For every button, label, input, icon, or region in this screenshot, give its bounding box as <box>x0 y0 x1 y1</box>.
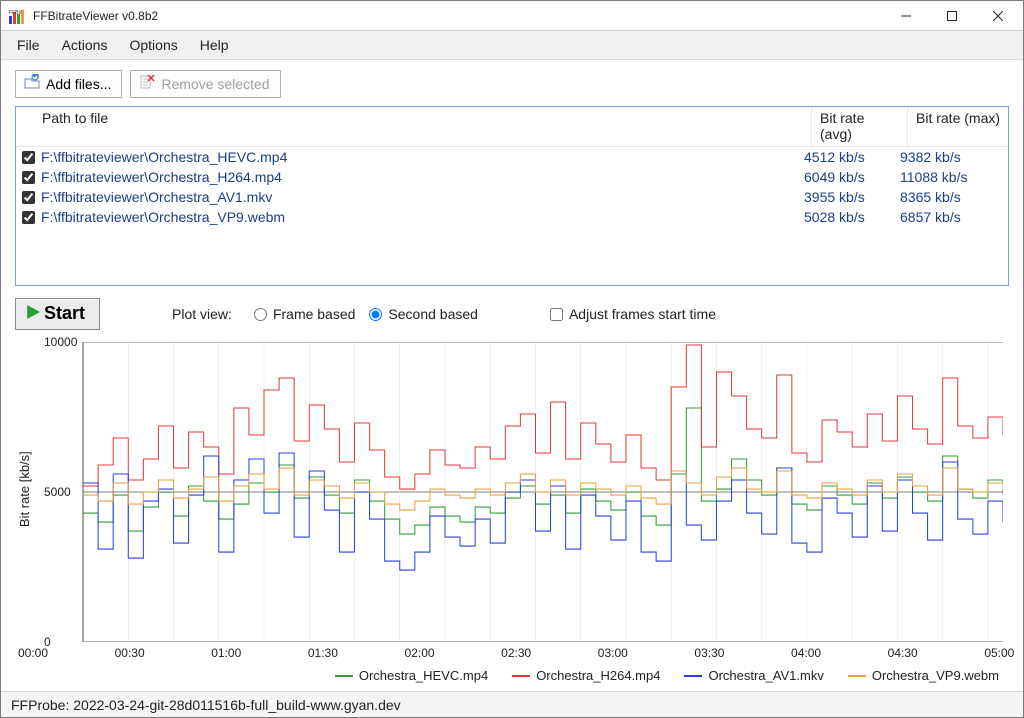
window-title: FFBitrateViewer v0.8b2 <box>33 9 883 23</box>
cell-avg: 4512 kb/s <box>804 149 900 165</box>
cell-avg: 6049 kb/s <box>804 169 900 185</box>
bitrate-chart: Bit rate [kb/s] 0500010000 <box>15 336 1009 642</box>
plot-view-group: Frame based Second based <box>254 306 478 322</box>
titlebar: FFBV FFBitrateViewer v0.8b2 <box>1 1 1023 31</box>
add-files-icon <box>24 74 40 93</box>
svg-text:FFBV: FFBV <box>9 10 22 16</box>
status-bar: FFProbe: 2022-03-24-git-28d011516b-full_… <box>1 691 1023 717</box>
menu-options[interactable]: Options <box>119 33 187 57</box>
app-logo-icon: FFBV <box>9 8 25 24</box>
chart-xtick: 03:00 <box>598 646 628 660</box>
chart-xtick: 03:30 <box>694 646 724 660</box>
legend-item[interactable]: Orchestra_H264.mp4 <box>512 668 660 683</box>
plot-area[interactable]: 0500010000 <box>40 342 1003 642</box>
radio-second-based-label: Second based <box>388 306 478 322</box>
col-avg[interactable]: Bit rate (avg) <box>812 107 908 146</box>
chart-ytick: 10000 <box>44 335 77 349</box>
legend-label: Orchestra_H264.mp4 <box>536 668 660 683</box>
cell-max: 11088 kb/s <box>900 169 1000 185</box>
chart-xtick: 05:00 <box>984 646 1014 660</box>
remove-selected-label: Remove selected <box>161 76 269 92</box>
adjust-frames-label: Adjust frames start time <box>569 306 716 322</box>
add-files-button[interactable]: Add files... <box>15 70 122 98</box>
start-label: Start <box>44 303 85 324</box>
minimize-button[interactable] <box>883 1 929 30</box>
radio-second-based[interactable]: Second based <box>369 306 478 322</box>
chart-legend: Orchestra_HEVC.mp4 Orchestra_H264.mp4 Orch… <box>15 664 1009 691</box>
col-path[interactable]: Path to file <box>16 107 812 146</box>
maximize-button[interactable] <box>929 1 975 30</box>
menu-help[interactable]: Help <box>190 33 239 57</box>
chart-xtick: 02:30 <box>501 646 531 660</box>
legend-label: Orchestra_HEVC.mp4 <box>359 668 488 683</box>
chart-xtick: 01:30 <box>308 646 338 660</box>
row-checkbox[interactable] <box>22 171 35 184</box>
legend-label: Orchestra_AV1.mkv <box>708 668 823 683</box>
chart-xtick: 00:00 <box>18 646 48 660</box>
legend-item[interactable]: Orchestra_AV1.mkv <box>684 668 823 683</box>
file-table-body: F:\ffbitrateviewer\Orchestra_HEVC.mp4451… <box>16 147 1008 285</box>
play-icon <box>26 303 40 324</box>
table-row[interactable]: F:\ffbitrateviewer\Orchestra_AV1.mkv3955… <box>16 187 1008 207</box>
legend-swatch <box>684 675 702 677</box>
row-checkbox[interactable] <box>22 151 35 164</box>
legend-swatch <box>848 675 866 677</box>
cell-max: 9382 kb/s <box>900 149 1000 165</box>
menu-actions[interactable]: Actions <box>52 33 118 57</box>
radio-frame-based[interactable]: Frame based <box>254 306 355 322</box>
chart-ylabel: Bit rate [kb/s] <box>15 336 34 642</box>
remove-selected-button[interactable]: Remove selected <box>130 70 280 98</box>
cell-max: 8365 kb/s <box>900 189 1000 205</box>
controls-row: Start Plot view: Frame based Second base… <box>15 298 1009 330</box>
file-table: Path to file Bit rate (avg) Bit rate (ma… <box>15 106 1009 286</box>
chart-ytick: 5000 <box>44 485 71 499</box>
close-button[interactable] <box>975 1 1021 30</box>
plot-view-label: Plot view: <box>172 306 232 322</box>
table-row[interactable]: F:\ffbitrateviewer\Orchestra_H264.mp4604… <box>16 167 1008 187</box>
menubar: File Actions Options Help <box>1 31 1023 60</box>
legend-swatch <box>335 675 353 677</box>
adjust-frames-input[interactable] <box>550 308 563 321</box>
row-checkbox[interactable] <box>22 191 35 204</box>
table-row[interactable]: F:\ffbitrateviewer\Orchestra_VP9.webm502… <box>16 207 1008 227</box>
chart-xtick: 04:00 <box>791 646 821 660</box>
cell-avg: 3955 kb/s <box>804 189 900 205</box>
cell-max: 6857 kb/s <box>900 209 1000 225</box>
chart-xtick: 01:00 <box>211 646 241 660</box>
legend-swatch <box>512 675 530 677</box>
col-max[interactable]: Bit rate (max) <box>908 107 1008 146</box>
cell-avg: 5028 kb/s <box>804 209 900 225</box>
menu-file[interactable]: File <box>7 33 50 57</box>
start-button[interactable]: Start <box>15 298 100 330</box>
legend-item[interactable]: Orchestra_HEVC.mp4 <box>335 668 488 683</box>
chart-xtick: 02:00 <box>405 646 435 660</box>
add-files-label: Add files... <box>46 76 111 92</box>
remove-selected-icon <box>139 74 155 93</box>
adjust-frames-checkbox[interactable]: Adjust frames start time <box>550 306 716 322</box>
row-checkbox[interactable] <box>22 211 35 224</box>
radio-frame-based-label: Frame based <box>273 306 355 322</box>
cell-path: F:\ffbitrateviewer\Orchestra_HEVC.mp4 <box>41 149 804 165</box>
radio-second-based-input[interactable] <box>369 308 382 321</box>
status-text: FFProbe: 2022-03-24-git-28d011516b-full_… <box>11 697 401 713</box>
chart-wrap: Bit rate [kb/s] 0500010000 00:00 00:30 01:… <box>15 336 1009 691</box>
cell-path: F:\ffbitrateviewer\Orchestra_AV1.mkv <box>41 189 804 205</box>
chart-xtick: 04:30 <box>888 646 918 660</box>
radio-frame-based-input[interactable] <box>254 308 267 321</box>
chart-xtick: 00:30 <box>115 646 145 660</box>
cell-path: F:\ffbitrateviewer\Orchestra_VP9.webm <box>41 209 804 225</box>
table-row[interactable]: F:\ffbitrateviewer\Orchestra_HEVC.mp4451… <box>16 147 1008 167</box>
cell-path: F:\ffbitrateviewer\Orchestra_H264.mp4 <box>41 169 804 185</box>
toolbar: Add files... Remove selected <box>15 70 1009 98</box>
legend-label: Orchestra_VP9.webm <box>872 668 999 683</box>
file-table-header: Path to file Bit rate (avg) Bit rate (ma… <box>16 107 1008 147</box>
legend-item[interactable]: Orchestra_VP9.webm <box>848 668 999 683</box>
